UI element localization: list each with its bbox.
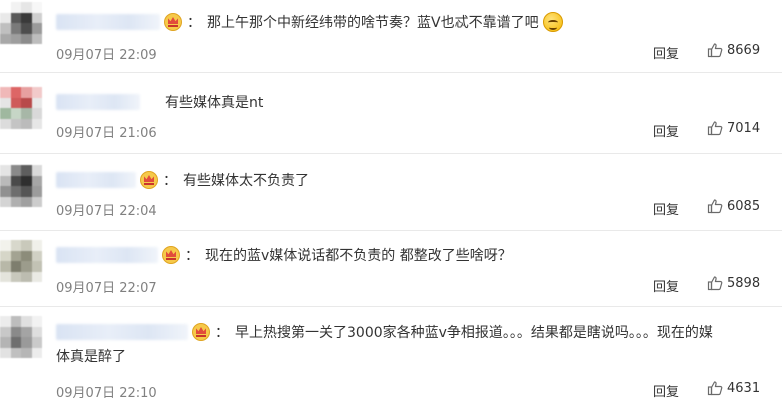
- reply-button[interactable]: 回复: [653, 381, 679, 400]
- comment-body: ： 现在的蓝v媒体说话都不负责的 都整改了些啥呀？: [56, 243, 512, 267]
- divider: [0, 306, 782, 307]
- comment-text: 现在的蓝v媒体说话都不负责的 都整改了些啥呀？: [205, 248, 512, 264]
- timestamp: 09月07日 22:09: [56, 48, 157, 63]
- like-count: 6085: [727, 198, 761, 214]
- divider: [0, 230, 782, 231]
- like-button[interactable]: 8669: [707, 42, 760, 58]
- colon: ：: [187, 15, 201, 31]
- comment-meta: 09月07日 22:04 回复 6085: [56, 198, 782, 220]
- avatar[interactable]: [0, 240, 42, 282]
- timestamp: 09月07日 21:06: [56, 126, 157, 141]
- colon: ：: [163, 173, 177, 189]
- reply-button[interactable]: 回复: [653, 199, 679, 218]
- thumbs-up-icon: [707, 199, 723, 214]
- avatar[interactable]: [0, 87, 42, 129]
- like-button[interactable]: 6085: [707, 198, 760, 214]
- timestamp: 09月07日 22:07: [56, 281, 157, 296]
- comment-body: ： 早上热搜第一关了3000家各种蓝v争相报道。。。结果都是瞎说吗。。。现在的媒: [56, 320, 713, 344]
- smirk-emoji-icon: [542, 12, 563, 32]
- timestamp: 09月07日 22:04: [56, 204, 157, 219]
- comment-meta: 09月07日 22:10 回复 4631: [56, 380, 782, 402]
- username[interactable]: [56, 14, 160, 30]
- divider: [0, 153, 782, 154]
- username[interactable]: [56, 247, 158, 263]
- crown-badge-icon: [164, 13, 182, 31]
- comment-body: ： 有些媒体真是nt: [56, 90, 263, 114]
- thumbs-up-icon: [707, 276, 723, 291]
- like-count: 7014: [727, 120, 761, 136]
- reply-button[interactable]: 回复: [653, 43, 679, 62]
- comment-meta: 09月07日 22:09 回复 8669: [56, 42, 782, 64]
- avatar[interactable]: [0, 316, 42, 358]
- avatar[interactable]: [0, 2, 42, 44]
- comment-text: 那上午那个中新经纬带的啥节奏？蓝V也忒不靠谱了吧: [207, 15, 539, 31]
- comment-text: 有些媒体太不负责了: [183, 173, 309, 189]
- colon: ：: [185, 248, 199, 264]
- like-count: 5898: [727, 275, 761, 291]
- comment-text: 有些媒体真是nt: [165, 95, 264, 111]
- like-count: 4631: [727, 380, 761, 396]
- comment-meta: 09月07日 22:07 回复 5898: [56, 275, 782, 297]
- comment-meta: 09月07日 21:06 回复 7014: [56, 120, 782, 142]
- reply-button[interactable]: 回复: [653, 276, 679, 295]
- username[interactable]: [56, 94, 140, 110]
- comment-text-line2: 体真是醉了: [56, 349, 126, 365]
- crown-badge-icon: [192, 323, 210, 341]
- comment-text: 早上热搜第一关了3000家各种蓝v争相报道。。。结果都是瞎说吗。。。现在的媒: [235, 325, 713, 341]
- like-button[interactable]: 7014: [707, 120, 760, 136]
- comment-body-continued: 体真是醉了: [56, 344, 126, 368]
- crown-badge-icon: [162, 246, 180, 264]
- timestamp: 09月07日 22:10: [56, 386, 157, 401]
- comment-body: ： 有些媒体太不负责了: [56, 168, 309, 192]
- username[interactable]: [56, 172, 136, 188]
- thumbs-up-icon: [707, 381, 723, 396]
- thumbs-up-icon: [707, 121, 723, 136]
- comment-body: ： 那上午那个中新经纬带的啥节奏？蓝V也忒不靠谱了吧: [56, 10, 563, 34]
- like-button[interactable]: 4631: [707, 380, 760, 396]
- thumbs-up-icon: [707, 43, 723, 58]
- like-button[interactable]: 5898: [707, 275, 760, 291]
- avatar[interactable]: [0, 165, 42, 207]
- divider: [0, 72, 782, 73]
- crown-badge-icon: [140, 171, 158, 189]
- like-count: 8669: [727, 42, 761, 58]
- reply-button[interactable]: 回复: [653, 121, 679, 140]
- colon: ：: [215, 325, 229, 341]
- username[interactable]: [56, 324, 188, 340]
